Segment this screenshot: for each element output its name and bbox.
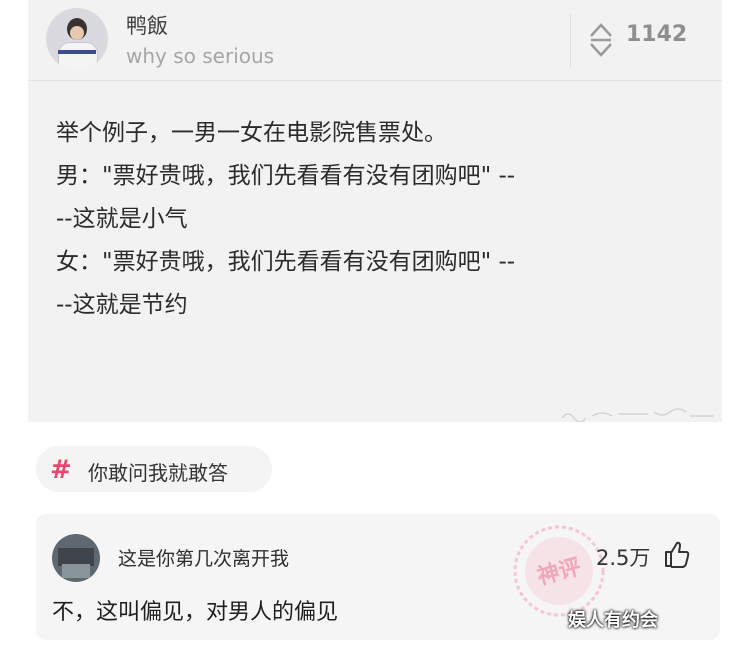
comment-text: 不，这叫偏见，对男人的偏见 [52,600,339,625]
vote-count: 1142 [626,22,688,47]
post-header: 鸭飯 why so serious 1142 [28,0,722,81]
post-body: 举个例子，一男一女在电影院售票处。 男："票好贵哦，我们先看看有没有团购吧" -… [56,112,706,327]
topic-label: 你敢问我就敢答 [88,461,228,485]
avatar[interactable] [46,8,108,70]
post-line: 举个例子，一男一女在电影院售票处。 [56,120,447,146]
commenter-avatar[interactable] [52,534,100,582]
user-bio: why so serious [126,44,275,68]
topic-chip[interactable]: # 你敢问我就敢答 [36,446,272,492]
post-card: 鸭飯 why so serious 1142 举个例子，一男一女在电影院售票处。… [28,0,722,422]
divider [570,14,571,68]
post-line: --这就是节约 [56,292,188,318]
hashtag-icon: # [50,455,72,485]
post-line: --这就是小气 [56,206,188,232]
post-line: 女："票好贵哦，我们先看看有没有团购吧" -- [56,249,516,275]
corner-watermark [561,408,714,422]
comment-author[interactable]: 这是你第几次离开我 [118,544,289,571]
vote-arrows-icon[interactable] [588,22,614,58]
site-watermark: 娱人有约会 [568,610,658,631]
thumbs-up-icon[interactable] [664,540,690,568]
post-line: 男："票好贵哦，我们先看看有没有团购吧" -- [56,163,516,189]
username[interactable]: 鸭飯 [126,10,168,40]
like-count: 2.5万 [596,546,651,570]
